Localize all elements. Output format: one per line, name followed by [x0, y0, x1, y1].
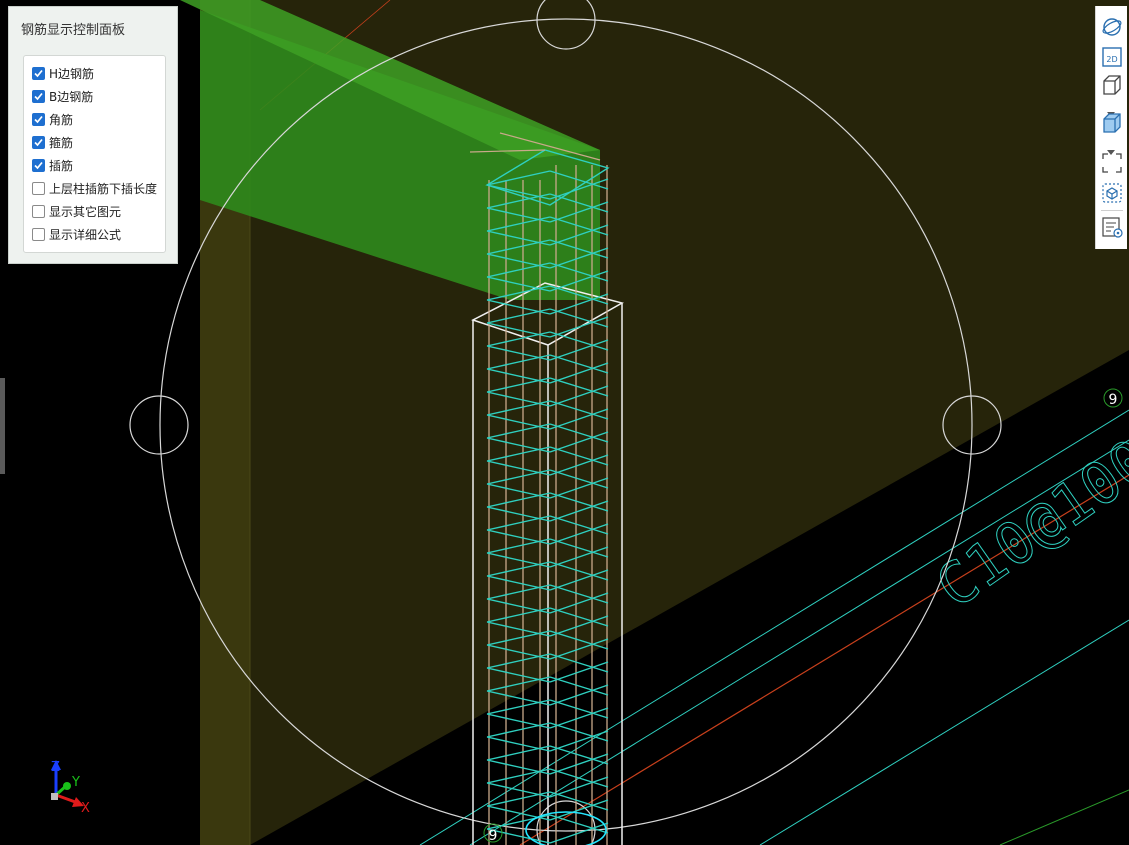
3d-box-icon[interactable] — [1101, 74, 1123, 96]
checkbox-checked[interactable] — [32, 66, 45, 80]
checkbox-unchecked[interactable] — [32, 181, 45, 195]
property-list-icon[interactable] — [1101, 216, 1123, 238]
option-2[interactable]: 角筋 — [32, 110, 73, 128]
option-label: 箍筋 — [49, 135, 74, 150]
svg-text:2D: 2D — [1106, 55, 1117, 64]
axis-label-right: 9 — [1109, 392, 1118, 408]
dropdown-arrow-icon[interactable] — [1107, 103, 1115, 117]
checkbox-checked[interactable] — [32, 135, 45, 149]
option-label: 角筋 — [49, 112, 74, 127]
option-label: 插筋 — [49, 158, 74, 173]
focus-cube-icon[interactable] — [1101, 182, 1123, 204]
options-box: H边钢筋 B边钢筋角筋箍筋插筋上层柱插筋下插长度 显示其它图元 显示详细公式 — [23, 55, 166, 253]
axis-y-label: Y — [71, 775, 80, 790]
option-0[interactable]: H边钢筋 — [32, 64, 94, 82]
option-label: B边钢筋 — [49, 89, 94, 104]
option-label: 显示详细公式 — [49, 227, 122, 242]
sidebar-collapse-handle[interactable] — [0, 378, 5, 474]
checkbox-unchecked[interactable] — [32, 227, 45, 241]
axis-label-bottom: 9 — [489, 828, 498, 844]
option-4[interactable]: 插筋 — [32, 156, 73, 174]
checkbox-checked[interactable] — [32, 89, 45, 103]
orbit-icon[interactable] — [1101, 16, 1123, 38]
dropdown-arrow-icon[interactable] — [1107, 141, 1115, 155]
option-7[interactable]: 显示详细公式 — [32, 225, 121, 243]
option-3[interactable]: 箍筋 — [32, 133, 73, 151]
option-1[interactable]: B边钢筋 — [32, 87, 93, 105]
checkbox-checked[interactable] — [32, 112, 45, 126]
view-toolbar: 2D — [1095, 6, 1127, 249]
option-6[interactable]: 显示其它图元 — [32, 202, 121, 220]
shaded-box-icon[interactable] — [1101, 112, 1123, 134]
axis-x-label: X — [81, 801, 90, 816]
option-label: 显示其它图元 — [49, 204, 122, 219]
option-5[interactable]: 上层柱插筋下插长度 — [32, 179, 157, 197]
checkbox-unchecked[interactable] — [32, 204, 45, 218]
axis-z-label: Z — [51, 760, 60, 775]
checkbox-checked[interactable] — [32, 158, 45, 172]
rebar-display-control-panel: 钢筋显示控制面板 H边钢筋 B边钢筋角筋箍筋插筋上层柱插筋下插长度 显示其它图元 显示… — [8, 6, 178, 264]
select-region-icon[interactable] — [1101, 152, 1123, 174]
panel-title: 钢筋显示控制面板 — [21, 23, 126, 38]
option-label: 上层柱插筋下插长度 — [49, 181, 158, 196]
2d-view-icon[interactable]: 2D — [1101, 46, 1123, 68]
option-label: H边钢筋 — [49, 66, 95, 81]
